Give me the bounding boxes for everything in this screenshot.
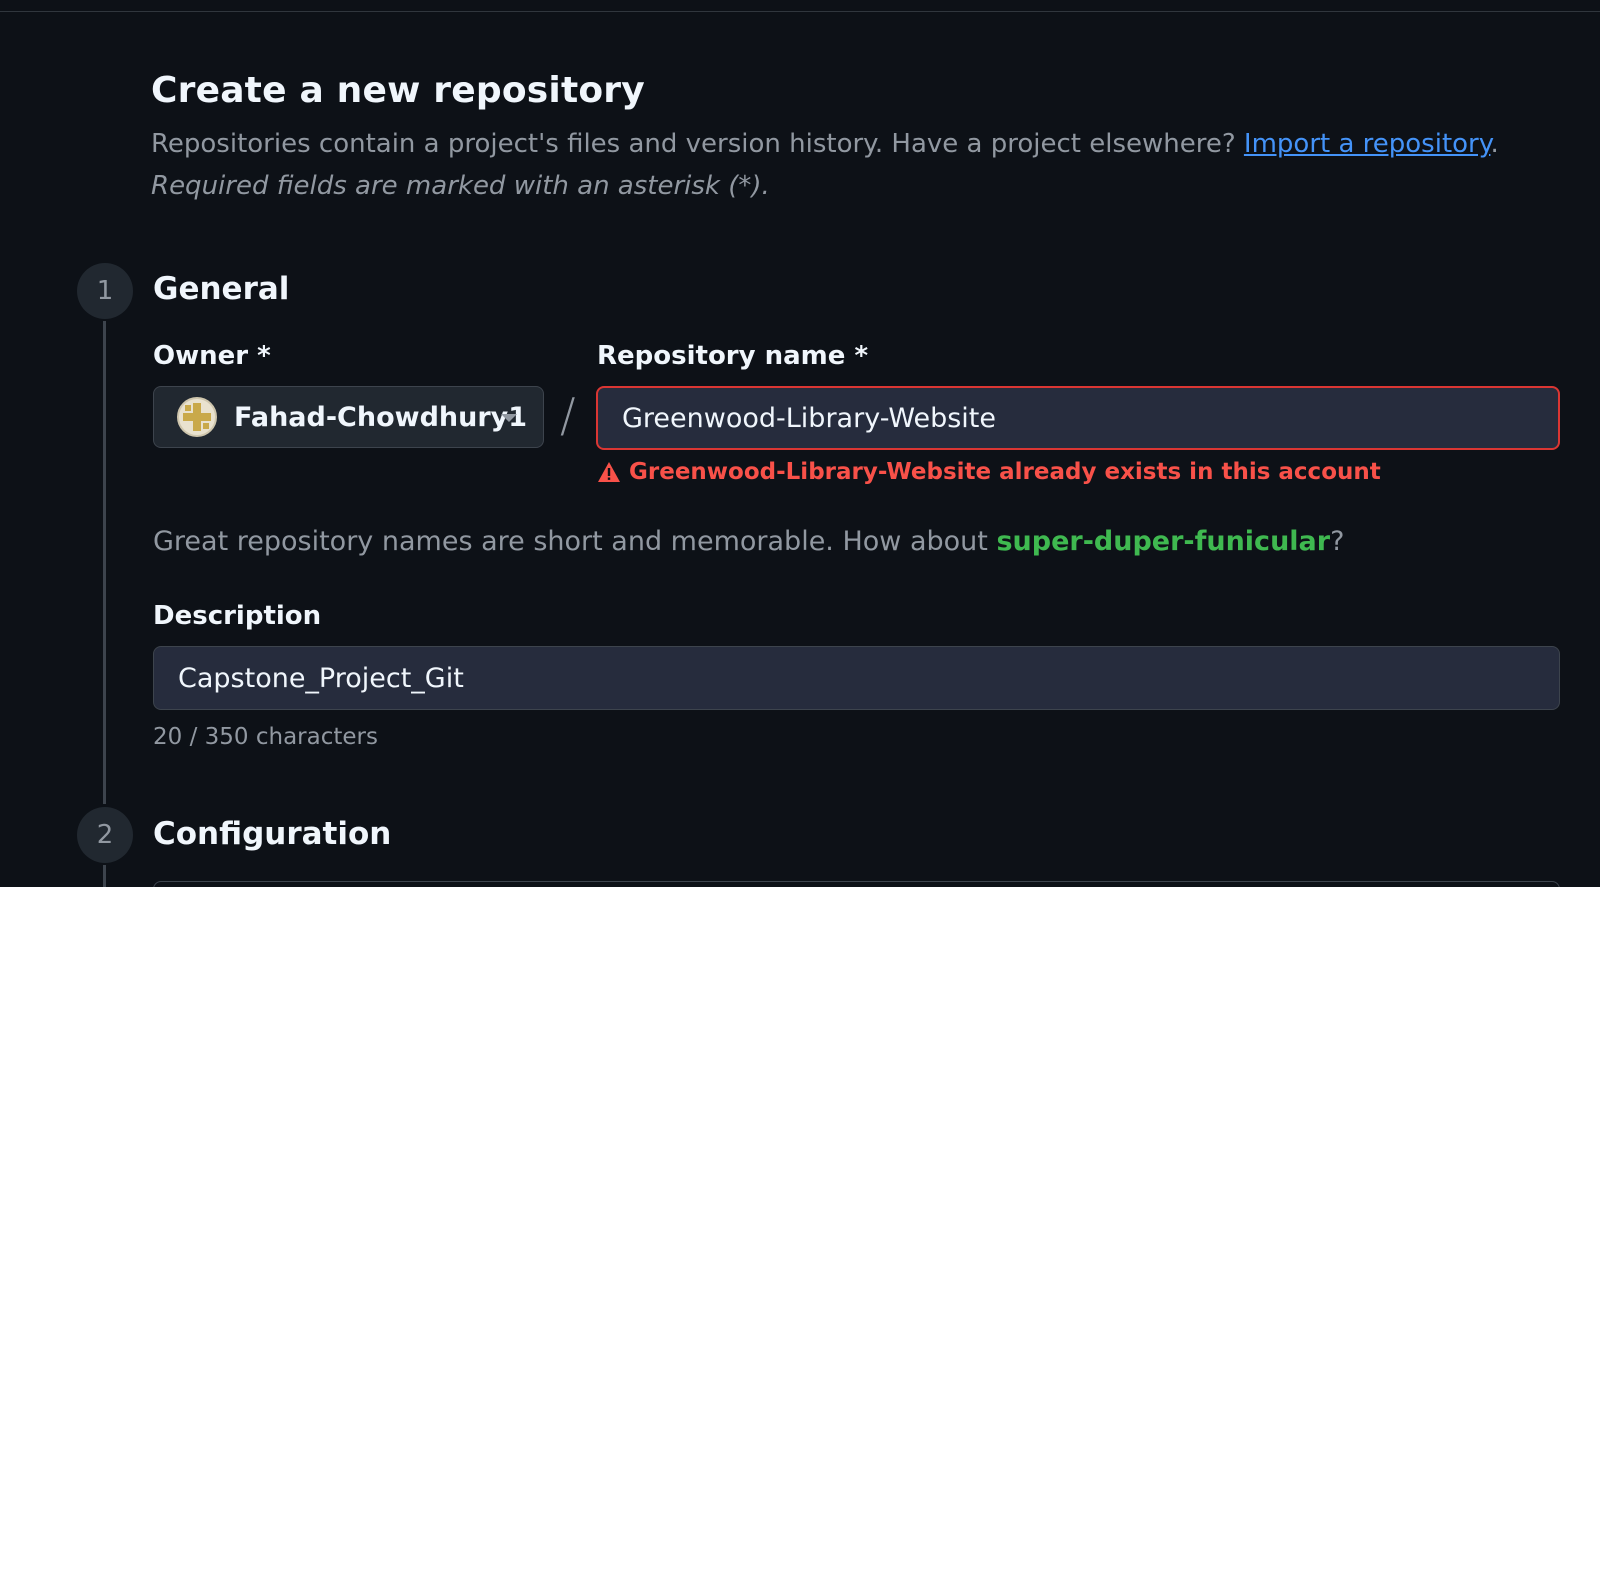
intro-sentence: Repositories contain a project's files a… — [151, 129, 1244, 159]
chevron-down-icon — [501, 414, 517, 422]
description-label: Description — [153, 601, 322, 631]
description-input[interactable] — [153, 646, 1560, 710]
alert-icon — [598, 462, 620, 482]
section-title-configuration: Configuration — [153, 816, 392, 852]
page-title: Create a new repository — [151, 70, 645, 111]
intro-end: . — [1490, 129, 1499, 159]
owner-label: Owner * — [153, 341, 271, 371]
step-1-connector — [103, 321, 106, 804]
repository-name-error: Greenwood-Library-Website already exists… — [597, 459, 1381, 485]
create-repo-page: Create a new repository Repositories con… — [0, 0, 1600, 887]
name-suggestion: Great repository names are short and mem… — [153, 526, 1344, 557]
owner-repo-separator: / — [560, 388, 576, 442]
intro-text: Repositories contain a project's files a… — [151, 129, 1499, 159]
import-repository-link[interactable]: Import a repository — [1244, 129, 1491, 159]
step-2-connector — [103, 865, 106, 887]
suggested-name-link[interactable]: super-duper-funicular — [996, 526, 1330, 557]
required-fields-note: Required fields are marked with an aster… — [151, 171, 770, 201]
configuration-panel — [153, 881, 1560, 887]
step-2-badge: 2 — [77, 807, 133, 863]
header-divider — [0, 0, 1600, 12]
step-1-badge: 1 — [77, 263, 133, 319]
description-char-count: 20 / 350 characters — [153, 724, 378, 750]
owner-name: Fahad-Chowdhury1 — [234, 401, 528, 433]
avatar — [177, 397, 217, 437]
section-title-general: General — [153, 271, 290, 307]
suggestion-prefix: Great repository names are short and mem… — [153, 526, 997, 557]
error-message: Greenwood-Library-Website already exists… — [629, 459, 1381, 485]
owner-dropdown[interactable]: Fahad-Chowdhury1 — [153, 386, 544, 448]
repository-name-input[interactable] — [596, 386, 1560, 450]
suggestion-suffix: ? — [1330, 526, 1345, 557]
repository-name-label: Repository name * — [597, 341, 869, 371]
